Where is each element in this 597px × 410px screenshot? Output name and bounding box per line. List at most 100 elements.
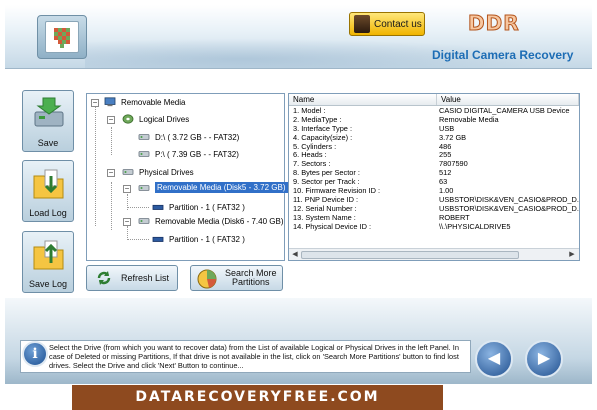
info-icon: i bbox=[22, 341, 48, 367]
property-name-cell: 4. Capacity(size) : bbox=[293, 133, 353, 142]
tree-item-disk5-partition[interactable]: Partition - 1 ( FAT32 ) bbox=[151, 202, 245, 212]
save-folder-icon bbox=[33, 240, 64, 270]
refresh-list-button[interactable]: Refresh List bbox=[86, 265, 178, 291]
column-header-value[interactable]: Value bbox=[437, 94, 579, 105]
tree-item-label: D:\ ( 3.72 GB - - FAT32) bbox=[155, 132, 240, 142]
scroll-right-icon[interactable]: ▶ bbox=[567, 250, 577, 260]
table-row[interactable]: 14. Physical Device ID : \\.\PHYSICALDRIV… bbox=[289, 223, 579, 232]
property-name-cell: 12. Serial Number : bbox=[293, 204, 357, 213]
property-name-cell: 2. MediaType : bbox=[293, 115, 342, 124]
column-header-name[interactable]: Name bbox=[289, 94, 437, 105]
back-button[interactable]: ◀ bbox=[475, 340, 513, 378]
save-button[interactable]: Save bbox=[22, 90, 74, 152]
save-drive-icon bbox=[34, 97, 64, 127]
property-value-cell: \\.\PHYSICALDRIVE5 bbox=[439, 222, 511, 231]
drive-tree-panel[interactable]: − Removable Media − Logical Drives D:\ (… bbox=[86, 93, 288, 261]
property-name-cell: 9. Sector per Track : bbox=[293, 178, 360, 187]
tree-item-label: Logical Drives bbox=[139, 114, 190, 124]
property-value-cell: USBSTOR\DISK&VEN_CASIO&PROD_D... bbox=[439, 195, 579, 204]
drive-properties-grid[interactable]: Name Value 1. Model : CASIO DIGITAL_CAMER… bbox=[288, 93, 580, 261]
tree-item-label: P:\ ( 7.39 GB - - FAT32) bbox=[155, 149, 239, 159]
tree-item-label: Partition - 1 ( FAT32 ) bbox=[169, 202, 245, 212]
drive-icon bbox=[122, 169, 134, 175]
expand-toggle-logical[interactable]: − bbox=[107, 116, 115, 124]
property-value-cell: ROBERT bbox=[439, 213, 470, 222]
partition-icon bbox=[152, 236, 164, 242]
property-name-cell: 6. Heads : bbox=[293, 151, 327, 160]
property-name-cell: 13. System Name : bbox=[293, 213, 356, 222]
table-row[interactable]: 9. Sector per Track : 63 bbox=[289, 178, 579, 187]
property-value-cell: 486 bbox=[439, 142, 452, 151]
tree-item-drive-d[interactable]: D:\ ( 3.72 GB - - FAT32) bbox=[137, 132, 239, 142]
save-log-label: Save Log bbox=[28, 279, 68, 289]
partition-icon bbox=[152, 204, 164, 210]
table-row[interactable]: 6. Heads : 255 bbox=[289, 151, 579, 160]
computer-icon bbox=[104, 97, 116, 107]
save-label: Save bbox=[37, 138, 59, 148]
tree-item-label: Physical Drives bbox=[139, 167, 194, 177]
property-name-cell: 1. Model : bbox=[293, 107, 326, 115]
expand-toggle-root[interactable]: − bbox=[91, 99, 99, 107]
property-value-cell: 1.00 bbox=[439, 187, 454, 196]
tree-item-label: Removable Media (Disk5 - 3.72 GB) bbox=[155, 182, 288, 193]
property-value-cell: Removable Media bbox=[439, 115, 499, 124]
table-row[interactable]: 12. Serial Number : USBSTOR\DISK&VEN_CASI… bbox=[289, 205, 579, 214]
app-subtitle: Digital Camera Recovery bbox=[432, 48, 574, 62]
horizontal-scrollbar[interactable]: ◀ ▶ bbox=[289, 248, 579, 260]
table-row[interactable]: 13. System Name : ROBERT bbox=[289, 214, 579, 223]
grid-header: Name Value bbox=[289, 94, 579, 106]
tree-item-logical-drives[interactable]: Logical Drives bbox=[121, 114, 189, 124]
table-row[interactable]: 4. Capacity(size) : 3.72 GB bbox=[289, 134, 579, 143]
drive-icon bbox=[138, 184, 150, 191]
disk-icon bbox=[122, 114, 134, 124]
scroll-left-icon[interactable]: ◀ bbox=[290, 250, 300, 260]
save-log-button[interactable]: Save Log bbox=[22, 231, 74, 293]
table-row[interactable]: 10. Firmware Revision ID : 1.00 bbox=[289, 187, 579, 196]
table-row[interactable]: 7. Sectors : 7807590 bbox=[289, 160, 579, 169]
refresh-icon bbox=[97, 271, 111, 285]
contact-us-button[interactable]: Contact us bbox=[349, 12, 425, 36]
tree-item-disk5[interactable]: Removable Media (Disk5 - 3.72 GB) bbox=[137, 182, 288, 193]
tree-item-physical-drives[interactable]: Physical Drives bbox=[121, 167, 194, 177]
table-row[interactable]: 11. PNP Device ID : USBSTOR\DISK&VEN_CASI… bbox=[289, 196, 579, 205]
contact-us-label: Contact us bbox=[374, 18, 422, 30]
tree-item-disk6[interactable]: Removable Media (Disk6 - 7.40 GB) bbox=[137, 216, 284, 226]
next-button[interactable]: ▶ bbox=[525, 340, 563, 378]
load-folder-icon bbox=[33, 169, 64, 199]
table-row[interactable]: 5. Cylinders : 486 bbox=[289, 143, 579, 152]
property-name-cell: 11. PNP Device ID : bbox=[293, 195, 359, 204]
drive-icon bbox=[138, 134, 150, 140]
property-value-cell: 255 bbox=[439, 151, 452, 160]
property-name-cell: 7. Sectors : bbox=[293, 160, 331, 169]
table-row[interactable]: 3. Interface Type : USB bbox=[289, 125, 579, 134]
scrollbar-thumb[interactable] bbox=[301, 251, 519, 259]
website-url-banner[interactable]: DATARECOVERYFREE.COM bbox=[72, 385, 443, 410]
expand-toggle-physical[interactable]: − bbox=[107, 169, 115, 177]
property-value-cell: 512 bbox=[439, 169, 452, 178]
drive-icon bbox=[138, 151, 150, 157]
load-log-button[interactable]: Load Log bbox=[22, 160, 74, 222]
expand-toggle-disk6[interactable]: − bbox=[123, 218, 131, 226]
partitions-label: Partitions bbox=[232, 277, 270, 287]
tree-item-label: Removable Media (Disk6 - 7.40 GB) bbox=[155, 216, 284, 226]
instructions-text: Select the Drive (from which you want to… bbox=[20, 340, 471, 373]
tree-item-label: Partition - 1 ( FAT32 ) bbox=[169, 234, 245, 244]
property-value-cell: USBSTOR\DISK&VEN_CASIO&PROD_D... bbox=[439, 204, 579, 213]
search-more-partitions-button[interactable]: Search More Partitions bbox=[190, 265, 283, 291]
app-logo bbox=[37, 15, 87, 59]
property-name-cell: 10. Firmware Revision ID : bbox=[293, 187, 381, 196]
expand-toggle-disk5[interactable]: − bbox=[123, 185, 131, 193]
tree-item-disk6-partition[interactable]: Partition - 1 ( FAT32 ) bbox=[151, 234, 245, 244]
property-value-cell: USB bbox=[439, 124, 455, 133]
table-row[interactable]: 8. Bytes per Sector : 512 bbox=[289, 169, 579, 178]
person-icon bbox=[354, 15, 370, 33]
pie-chart-icon bbox=[197, 269, 217, 289]
property-value-cell: CASIO DIGITAL_CAMERA USB Device bbox=[439, 107, 570, 115]
header-banner: Contact us DDR Digital Camera Recovery bbox=[5, 5, 592, 69]
table-row[interactable]: 1. Model : CASIO DIGITAL_CAMERA USB Devic… bbox=[289, 107, 579, 116]
app-window: Contact us DDR Digital Camera Recovery S… bbox=[0, 0, 597, 410]
brand-logo-text: DDR bbox=[468, 11, 520, 36]
tree-item-drive-p[interactable]: P:\ ( 7.39 GB - - FAT32) bbox=[137, 149, 239, 159]
tree-item-root[interactable]: Removable Media bbox=[103, 97, 185, 107]
table-row[interactable]: 2. MediaType : Removable Media bbox=[289, 116, 579, 125]
